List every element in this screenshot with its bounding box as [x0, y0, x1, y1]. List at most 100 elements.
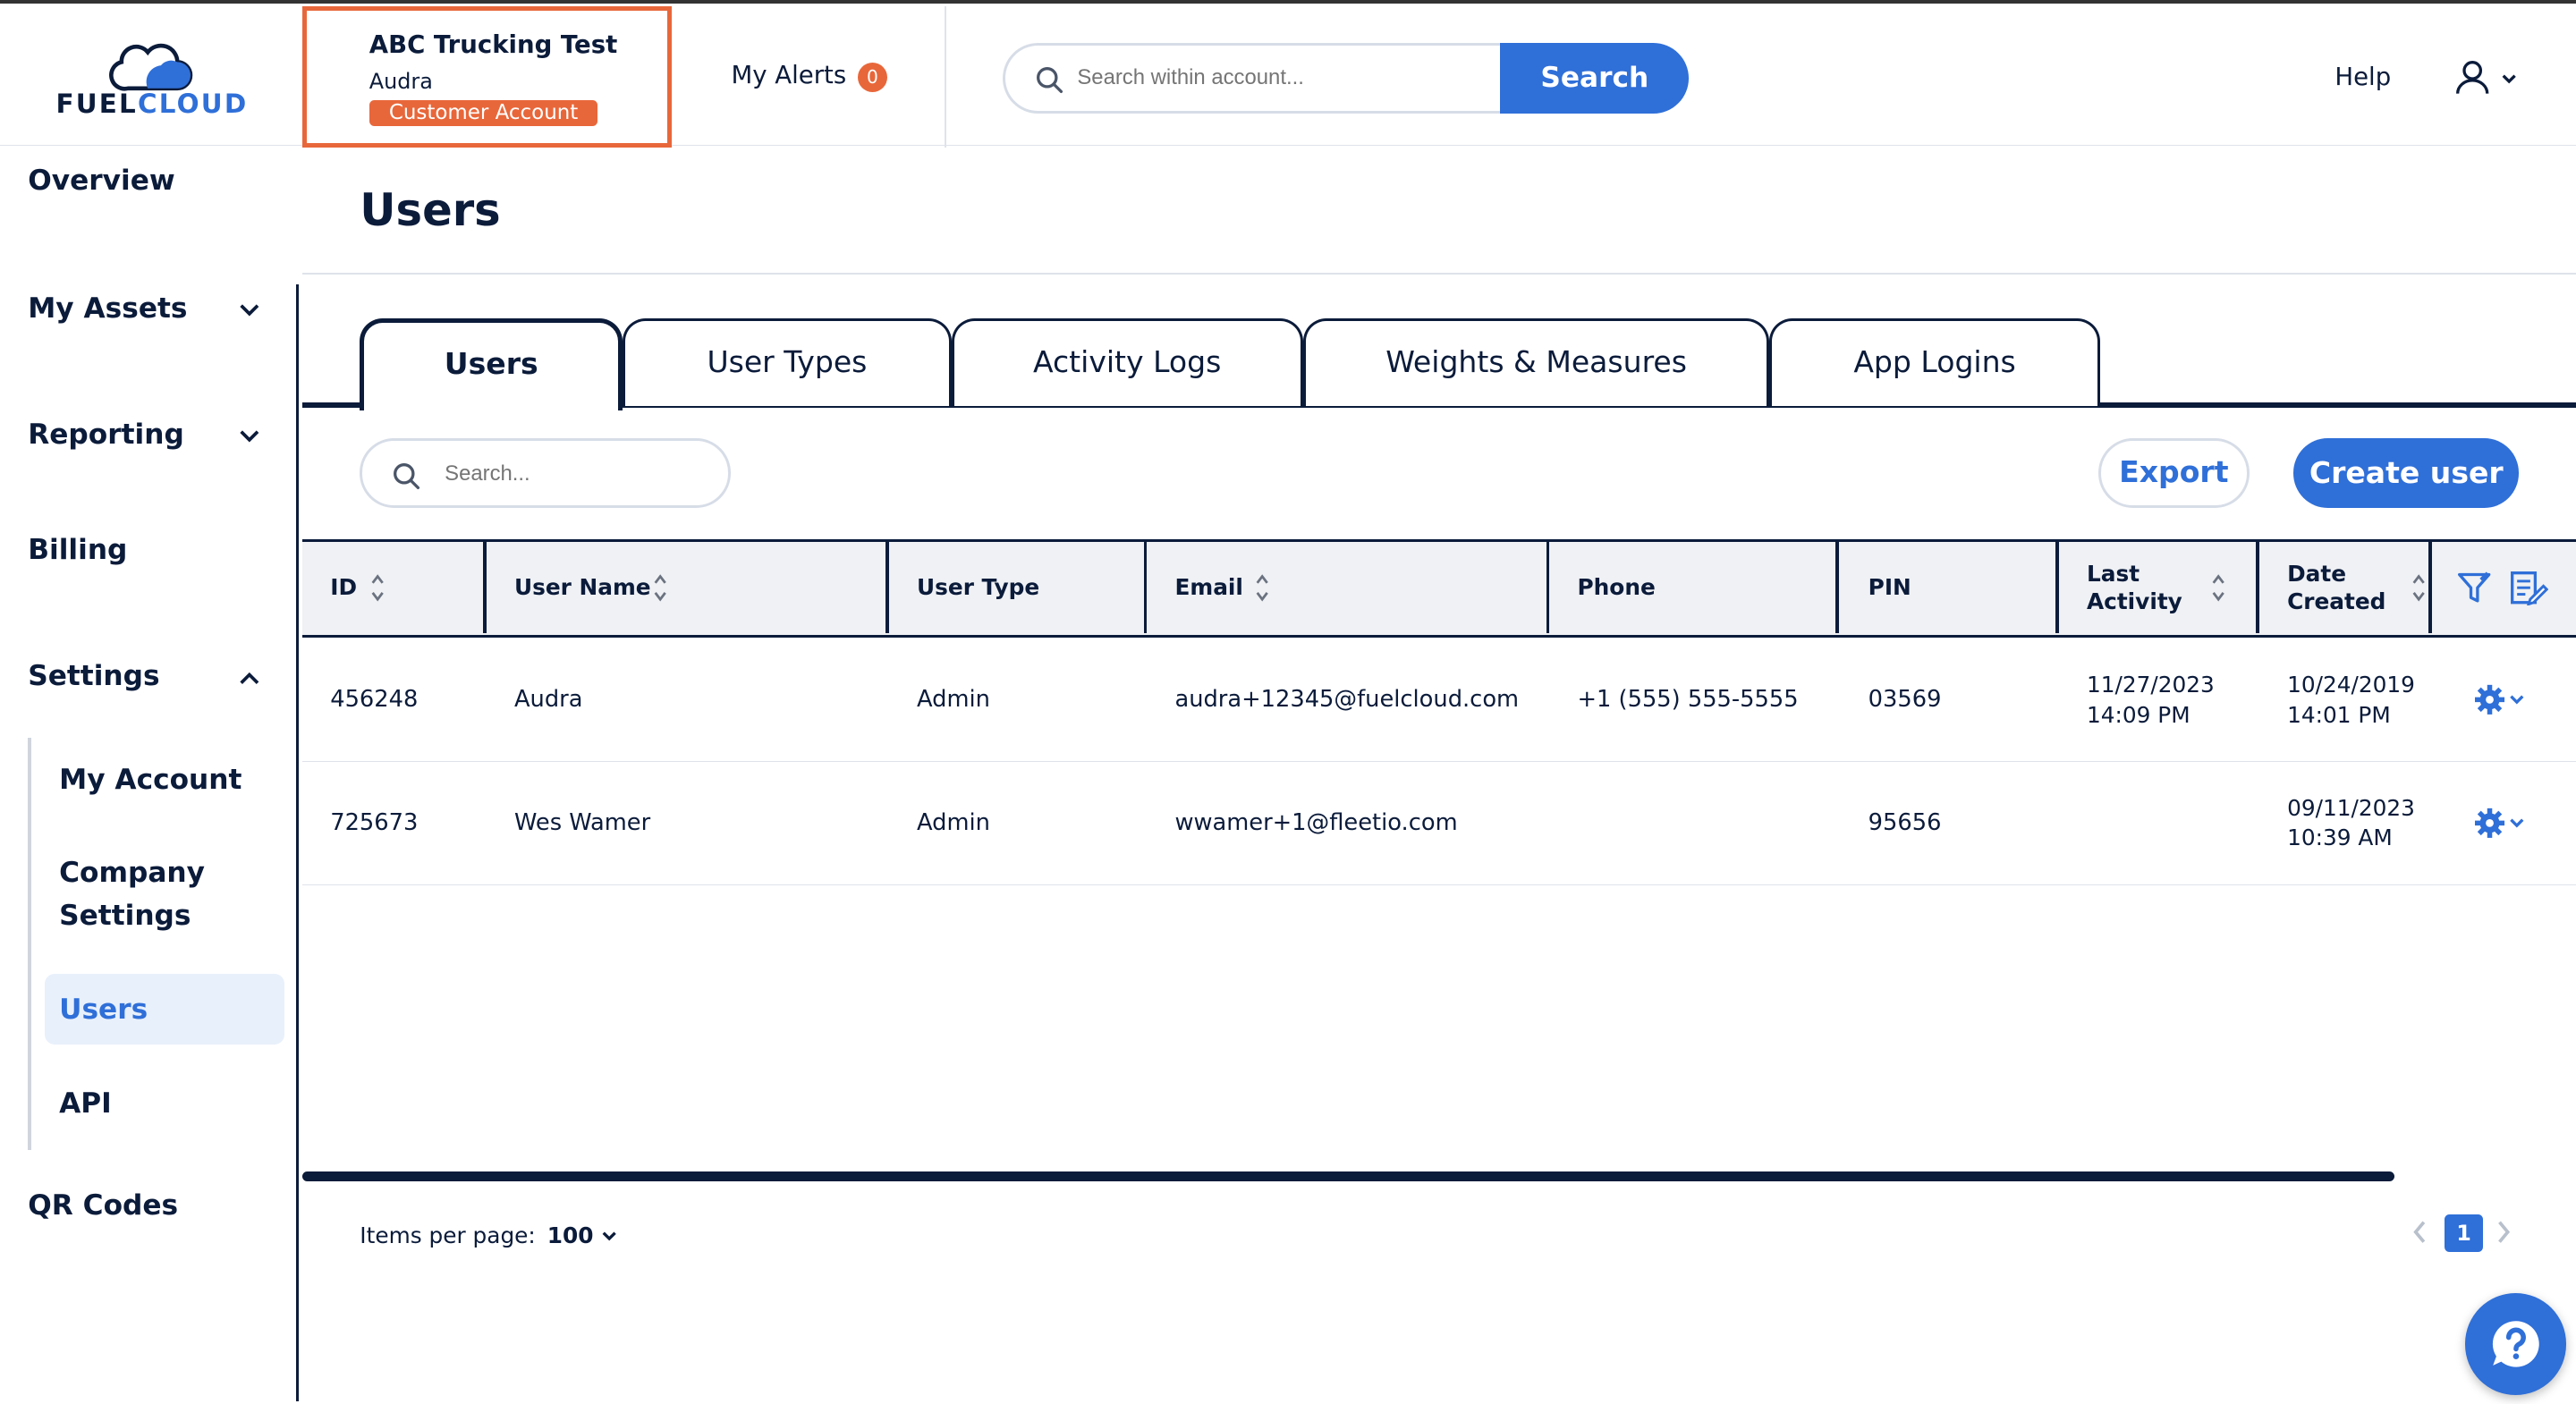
global-search-box	[1002, 42, 1513, 114]
global-search-button[interactable]: Search	[1500, 42, 1690, 114]
sort-icon[interactable]	[652, 571, 668, 605]
column-header-last-activity[interactable]: Last Activity	[2087, 542, 2182, 634]
sort-icon[interactable]	[2411, 571, 2427, 605]
last-activity-time: 14:09 PM	[2086, 701, 2190, 728]
account-type-badge: Customer Account	[369, 99, 598, 127]
chevron-right-icon[interactable]	[2495, 1219, 2511, 1245]
column-header-user-type[interactable]: User Type	[917, 542, 1039, 634]
cell-id: 456248	[330, 686, 419, 713]
tab-user-types[interactable]: User Types	[623, 318, 952, 406]
cell-user-name: Wes Wamer	[513, 808, 651, 836]
column-divider	[2256, 541, 2259, 634]
chevron-up-icon[interactable]	[238, 670, 261, 686]
sidebar-item-my-account[interactable]: My Account	[59, 759, 242, 802]
logo-wordmark: FUELCLOUD	[55, 89, 249, 120]
search-icon	[1036, 66, 1063, 93]
sidebar-border	[295, 283, 300, 1401]
column-divider	[1143, 541, 1148, 634]
table-search-input[interactable]	[445, 457, 708, 491]
date-created-date: 10/24/2019	[2287, 672, 2415, 698]
cell-date-created: 09/11/2023 10:39 AM	[2287, 793, 2415, 852]
column-header-phone[interactable]: Phone	[1578, 542, 1656, 634]
chevron-down-icon	[602, 1231, 616, 1241]
tab-app-logins[interactable]: App Logins	[1769, 318, 2100, 406]
sidebar-item-api[interactable]: API	[59, 1083, 112, 1126]
date-created-label-line2: Created	[2287, 588, 2386, 614]
tab-weights-measures[interactable]: Weights & Measures	[1302, 318, 1770, 406]
help-link[interactable]: Help	[2334, 63, 2391, 91]
items-per-page-value: 100	[547, 1222, 594, 1248]
search-icon	[394, 462, 420, 489]
table-row[interactable]: 456248 Audra Admin audra+12345@fuelcloud…	[302, 639, 2576, 763]
tab-users[interactable]: Users	[360, 318, 623, 411]
date-created-label-line1: Date	[2287, 560, 2347, 587]
user-menu[interactable]	[2454, 59, 2520, 95]
sidebar-item-qr-codes[interactable]: QR Codes	[28, 1189, 178, 1222]
column-header-date-created[interactable]: Date Created	[2287, 542, 2385, 634]
sidebar-item-reporting[interactable]: Reporting	[28, 419, 184, 451]
sidebar-item-my-assets[interactable]: My Assets	[28, 292, 187, 325]
chevron-down-icon	[2502, 74, 2516, 84]
sort-icon[interactable]	[369, 571, 386, 605]
last-activity-date: 11/27/2023	[2086, 672, 2215, 698]
column-divider	[2428, 541, 2432, 634]
account-name: ABC Trucking Test	[369, 30, 618, 60]
settings-submenu-line	[28, 737, 31, 1150]
column-divider	[1835, 541, 1839, 634]
global-search-input[interactable]	[1077, 60, 1488, 97]
items-per-page-label: Items per page:	[360, 1222, 536, 1248]
title-divider	[302, 272, 2576, 275]
export-button[interactable]: Export	[2097, 438, 2250, 508]
column-divider	[2055, 541, 2059, 634]
chevron-down-icon[interactable]	[238, 302, 261, 318]
cell-phone: +1 (555) 555-5555	[1577, 686, 1799, 713]
cell-email: audra+12345@fuelcloud.com	[1174, 686, 1520, 713]
create-user-button[interactable]: Create user	[2293, 438, 2520, 508]
user-icon	[2456, 61, 2489, 94]
table-header: ID User Name User Type Email Phone PIN L…	[302, 538, 2576, 638]
my-alerts-link[interactable]: My Alerts	[731, 61, 846, 89]
last-activity-label-line2: Activity	[2086, 588, 2182, 614]
column-divider	[1546, 541, 1550, 634]
cell-id: 725673	[330, 808, 419, 836]
column-header-id[interactable]: ID	[330, 542, 357, 634]
gear-icon[interactable]	[2474, 683, 2530, 716]
date-created-time: 14:01 PM	[2287, 701, 2391, 728]
help-chat-button[interactable]	[2464, 1292, 2567, 1395]
items-per-page-select[interactable]: 100	[547, 1222, 618, 1248]
sort-icon[interactable]	[1254, 571, 1270, 605]
column-divider	[886, 541, 889, 634]
cell-user-type: Admin	[917, 686, 990, 713]
cell-last-activity: 11/27/2023 14:09 PM	[2087, 670, 2215, 729]
column-header-email[interactable]: Email	[1174, 542, 1242, 634]
filter-icon[interactable]	[2456, 570, 2492, 605]
column-header-user-name[interactable]: User Name	[514, 542, 651, 634]
sidebar-item-company-settings[interactable]: Company Settings	[59, 852, 205, 938]
last-activity-label-line1: Last	[2086, 560, 2140, 587]
cell-pin: 03569	[1868, 686, 1942, 713]
column-header-pin[interactable]: PIN	[1868, 542, 1911, 634]
table-row[interactable]: 725673 Wes Wamer Admin wwamer+1@fleetio.…	[302, 762, 2576, 886]
account-user: Audra	[369, 68, 433, 94]
sort-icon[interactable]	[2210, 571, 2226, 605]
help-chat-icon	[2492, 1320, 2539, 1367]
tab-activity-logs[interactable]: Activity Logs	[951, 318, 1303, 406]
column-divider	[483, 541, 487, 634]
sidebar-item-settings[interactable]: Settings	[28, 660, 159, 692]
sidebar-item-billing[interactable]: Billing	[28, 534, 127, 566]
horizontal-scrollbar[interactable]	[302, 1171, 2394, 1181]
edit-columns-icon[interactable]	[2509, 570, 2549, 606]
cell-email: wwamer+1@fleetio.com	[1174, 808, 1458, 836]
sidebar-item-users[interactable]: Users	[59, 989, 148, 1032]
chevron-left-icon[interactable]	[2412, 1219, 2428, 1245]
chevron-down-icon[interactable]	[238, 428, 261, 444]
sidebar-item-overview[interactable]: Overview	[28, 165, 175, 197]
table-search-box	[360, 438, 732, 508]
current-page[interactable]: 1	[2445, 1214, 2483, 1252]
page-title: Users	[360, 183, 501, 236]
cell-user-type: Admin	[917, 808, 990, 836]
account-switcher[interactable]: ABC Trucking Test Audra Customer Account	[302, 6, 673, 148]
date-created-date: 09/11/2023	[2287, 795, 2415, 822]
gear-icon[interactable]	[2474, 807, 2530, 840]
cell-pin: 95656	[1868, 808, 1942, 836]
